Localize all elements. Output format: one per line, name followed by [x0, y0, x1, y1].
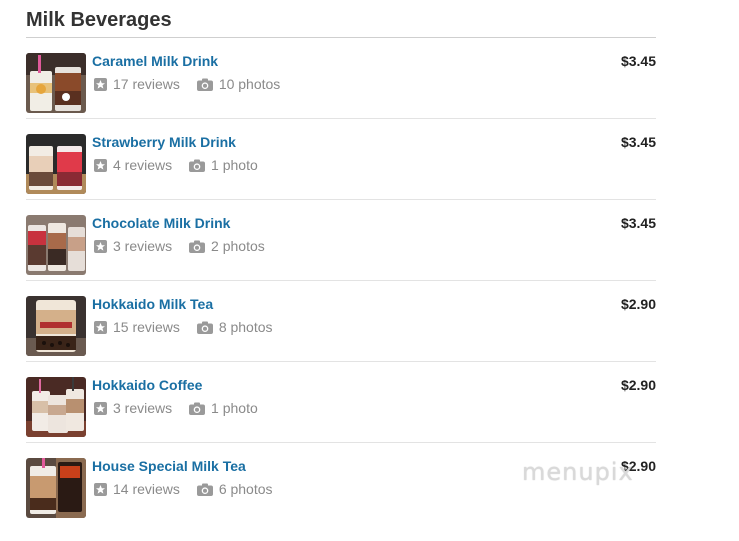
item-name-link[interactable]: Chocolate Milk Drink — [92, 215, 230, 231]
item-price: $2.90 — [620, 458, 656, 474]
reviews-link[interactable]: 4 reviews — [94, 157, 172, 175]
reviews-link[interactable]: 15 reviews — [94, 319, 180, 337]
photo-count: 1 photo — [211, 157, 258, 174]
item-photo-thumbnail[interactable] — [26, 53, 86, 113]
item-meta: 17 reviews 10 photos — [94, 76, 280, 94]
review-count: 15 reviews — [113, 319, 180, 336]
item-price: $3.45 — [620, 53, 656, 69]
item-photo-thumbnail[interactable] — [26, 458, 86, 518]
menu-item: Strawberry Milk Drink 4 reviews 1 photo … — [26, 119, 656, 200]
item-photo-thumbnail[interactable] — [26, 377, 86, 437]
reviews-link[interactable]: 17 reviews — [94, 76, 180, 94]
menu-item-list: Caramel Milk Drink 17 reviews 10 photos … — [26, 38, 656, 523]
camera-icon — [189, 240, 206, 256]
star-icon — [94, 159, 107, 175]
menu-item: Hokkaido Coffee 3 reviews 1 photo $2.90 — [26, 362, 656, 443]
reviews-link[interactable]: 3 reviews — [94, 238, 172, 256]
item-photo-thumbnail[interactable] — [26, 296, 86, 356]
item-meta: 15 reviews 8 photos — [94, 319, 273, 337]
item-photo-thumbnail[interactable] — [26, 134, 86, 194]
review-count: 17 reviews — [113, 76, 180, 93]
item-price: $3.45 — [620, 134, 656, 150]
item-photo-thumbnail[interactable] — [26, 215, 86, 275]
menu-item: House Special Milk Tea 14 reviews 6 phot… — [26, 443, 656, 523]
camera-icon — [196, 78, 213, 94]
star-icon — [94, 483, 107, 499]
star-icon — [94, 78, 107, 94]
reviews-link[interactable]: 3 reviews — [94, 400, 172, 418]
photo-count: 1 photo — [211, 400, 258, 417]
review-count: 14 reviews — [113, 481, 180, 498]
item-price: $2.90 — [620, 296, 656, 312]
item-meta: 4 reviews 1 photo — [94, 157, 258, 175]
reviews-link[interactable]: 14 reviews — [94, 481, 180, 499]
photos-link[interactable]: 1 photo — [189, 400, 258, 418]
item-name-link[interactable]: Caramel Milk Drink — [92, 53, 218, 69]
review-count: 3 reviews — [113, 238, 173, 255]
photos-link[interactable]: 6 photos — [196, 481, 273, 499]
photo-count: 6 photos — [218, 481, 273, 498]
star-icon — [94, 240, 107, 256]
camera-icon — [196, 483, 213, 499]
star-icon — [94, 321, 107, 337]
photo-count: 2 photos — [211, 238, 265, 255]
item-name-link[interactable]: House Special Milk Tea — [92, 458, 246, 474]
item-meta: 14 reviews 6 photos — [94, 481, 273, 499]
item-meta: 3 reviews 2 photos — [94, 238, 265, 256]
camera-icon — [189, 402, 206, 418]
photos-link[interactable]: 1 photo — [189, 157, 258, 175]
item-meta: 3 reviews 1 photo — [94, 400, 258, 418]
section-title: Milk Beverages — [26, 9, 172, 31]
item-name-link[interactable]: Hokkaido Milk Tea — [92, 296, 213, 312]
menu-item: Hokkaido Milk Tea 15 reviews 8 photos $2… — [26, 281, 656, 362]
photos-link[interactable]: 8 photos — [196, 319, 273, 337]
item-name-link[interactable]: Strawberry Milk Drink — [92, 134, 236, 150]
photo-count: 10 photos — [218, 76, 281, 93]
item-price: $2.90 — [620, 377, 656, 393]
menu-item: Chocolate Milk Drink 3 reviews 2 photos … — [26, 200, 656, 281]
camera-icon — [189, 159, 206, 175]
photos-link[interactable]: 2 photos — [189, 238, 265, 256]
menu-item: Caramel Milk Drink 17 reviews 10 photos … — [26, 38, 656, 119]
photo-count: 8 photos — [218, 319, 273, 336]
star-icon — [94, 402, 107, 418]
item-name-link[interactable]: Hokkaido Coffee — [92, 377, 202, 393]
photos-link[interactable]: 10 photos — [196, 76, 281, 94]
menu-section: Milk Beverages Caramel Milk Drink 17 rev… — [26, 0, 656, 523]
review-count: 3 reviews — [113, 400, 173, 417]
camera-icon — [196, 321, 213, 337]
item-price: $3.45 — [620, 215, 656, 231]
review-count: 4 reviews — [113, 157, 173, 174]
